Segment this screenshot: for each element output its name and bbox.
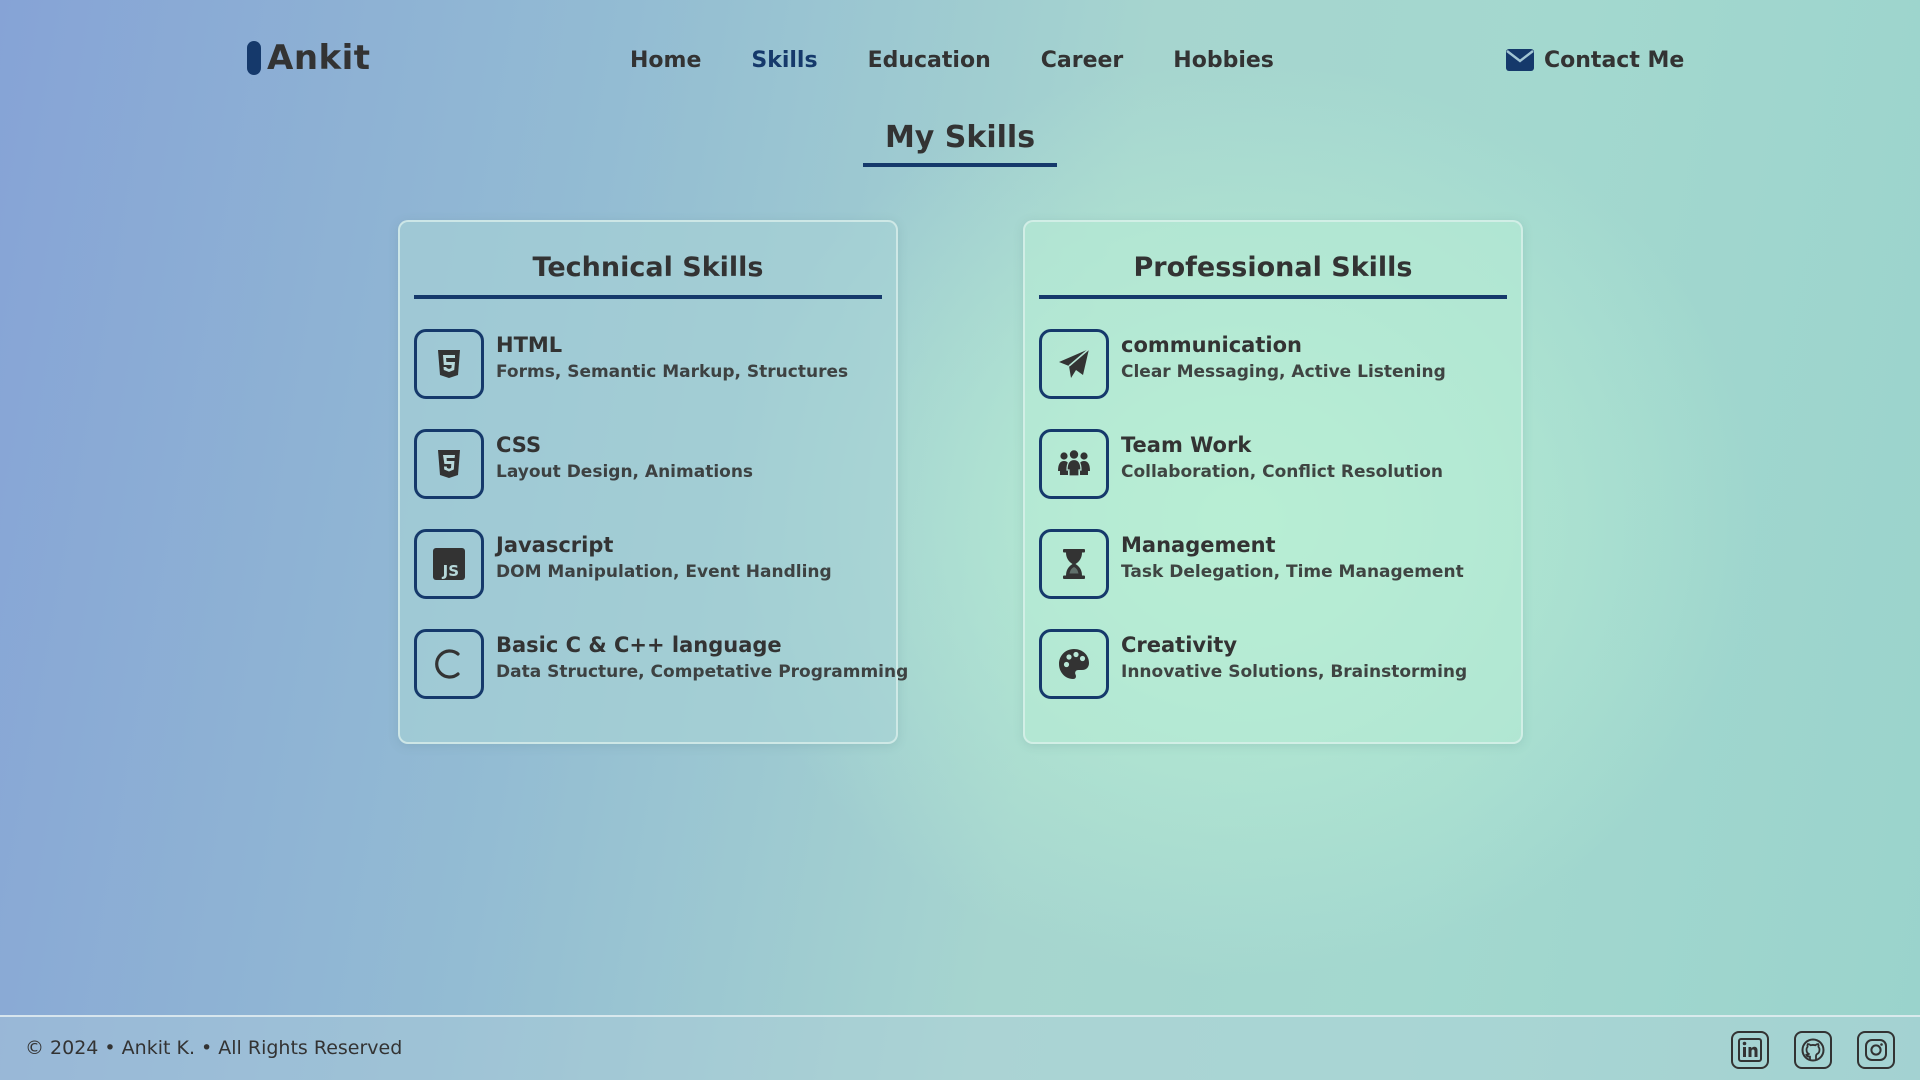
section-heading: My Skills <box>0 120 1920 167</box>
instagram-icon[interactable] <box>1857 1031 1895 1069</box>
skill-name: CSS <box>496 433 542 457</box>
palette-icon <box>1039 629 1109 699</box>
skill-name: Creativity <box>1121 633 1238 657</box>
skill-description: Task Delegation, Time Management <box>1121 562 1464 582</box>
professional-skills-title: Professional Skills <box>1039 252 1507 299</box>
nav-item-career[interactable]: Career <box>1041 48 1124 73</box>
skill-description: Forms, Semantic Markup, Structures <box>496 362 849 382</box>
skill-item-html: HTML Forms, Semantic Markup, Structures <box>414 329 882 399</box>
logo-text: Ankit <box>267 38 371 78</box>
hourglass-icon <box>1039 529 1109 599</box>
skill-description: Layout Design, Animations <box>496 462 754 482</box>
envelope-icon <box>1506 49 1534 71</box>
linkedin-icon[interactable] <box>1731 1031 1769 1069</box>
nav-item-hobbies[interactable]: Hobbies <box>1173 48 1274 73</box>
logo-mark-icon <box>247 41 261 75</box>
skill-name: communication <box>1121 333 1302 357</box>
skill-name: Basic C & C++ language <box>496 633 782 657</box>
skill-description: Innovative Solutions, Brainstorming <box>1121 662 1468 682</box>
contact-me-label: Contact Me <box>1544 47 1685 73</box>
paper-plane-icon <box>1039 329 1109 399</box>
people-group-icon <box>1039 429 1109 499</box>
skill-name: Team Work <box>1121 433 1252 457</box>
skill-description: Collaboration, Conflict Resolution <box>1121 462 1443 482</box>
skill-item-communication: communication Clear Messaging, Active Li… <box>1039 329 1507 399</box>
skill-description: DOM Manipulation, Event Handling <box>496 562 832 582</box>
main-nav: Home Skills Education Career Hobbies <box>630 44 1274 76</box>
skill-item-creativity: Creativity Innovative Solutions, Brainst… <box>1039 629 1507 699</box>
javascript-icon: JS <box>414 529 484 599</box>
skill-item-c-cpp: Basic C & C++ language Data Structure, C… <box>414 629 908 699</box>
technical-skills-card: Technical Skills HTML Forms, Semantic Ma… <box>398 220 908 744</box>
skill-item-management: Management Task Delegation, Time Managem… <box>1039 529 1507 599</box>
site-header: Ankit Home Skills Education Career Hobbi… <box>0 0 1920 120</box>
nav-item-home[interactable]: Home <box>630 48 701 73</box>
skill-description: Data Structure, Competative Programming <box>496 662 909 682</box>
css3-icon <box>414 429 484 499</box>
technical-skills-title: Technical Skills <box>414 252 882 299</box>
professional-skills-card: Professional Skills communication Clear … <box>1023 220 1523 744</box>
html5-icon <box>414 329 484 399</box>
skill-item-team-work: Team Work Collaboration, Conflict Resolu… <box>1039 429 1507 499</box>
skill-name: HTML <box>496 333 563 357</box>
copyright-text: © 2024 • Ankit K. • All Rights Reserved <box>25 1037 403 1059</box>
c-letter-icon <box>414 629 484 699</box>
skill-item-css: CSS Layout Design, Animations <box>414 429 882 499</box>
nav-item-skills[interactable]: Skills <box>751 48 817 73</box>
contact-me-link[interactable]: Contact Me <box>1506 44 1684 76</box>
github-icon[interactable] <box>1794 1031 1832 1069</box>
skill-name: Javascript <box>496 533 614 557</box>
logo[interactable]: Ankit <box>247 36 371 80</box>
social-links <box>1731 1031 1895 1069</box>
nav-item-education[interactable]: Education <box>868 48 991 73</box>
skill-description: Clear Messaging, Active Listening <box>1121 362 1446 382</box>
site-footer: © 2024 • Ankit K. • All Rights Reserved <box>0 1015 1920 1080</box>
skill-item-javascript: JS Javascript DOM Manipulation, Event Ha… <box>414 529 882 599</box>
page-title: My Skills <box>862 120 1058 167</box>
svg-text:JS: JS <box>442 562 459 580</box>
skill-name: Management <box>1121 533 1276 557</box>
